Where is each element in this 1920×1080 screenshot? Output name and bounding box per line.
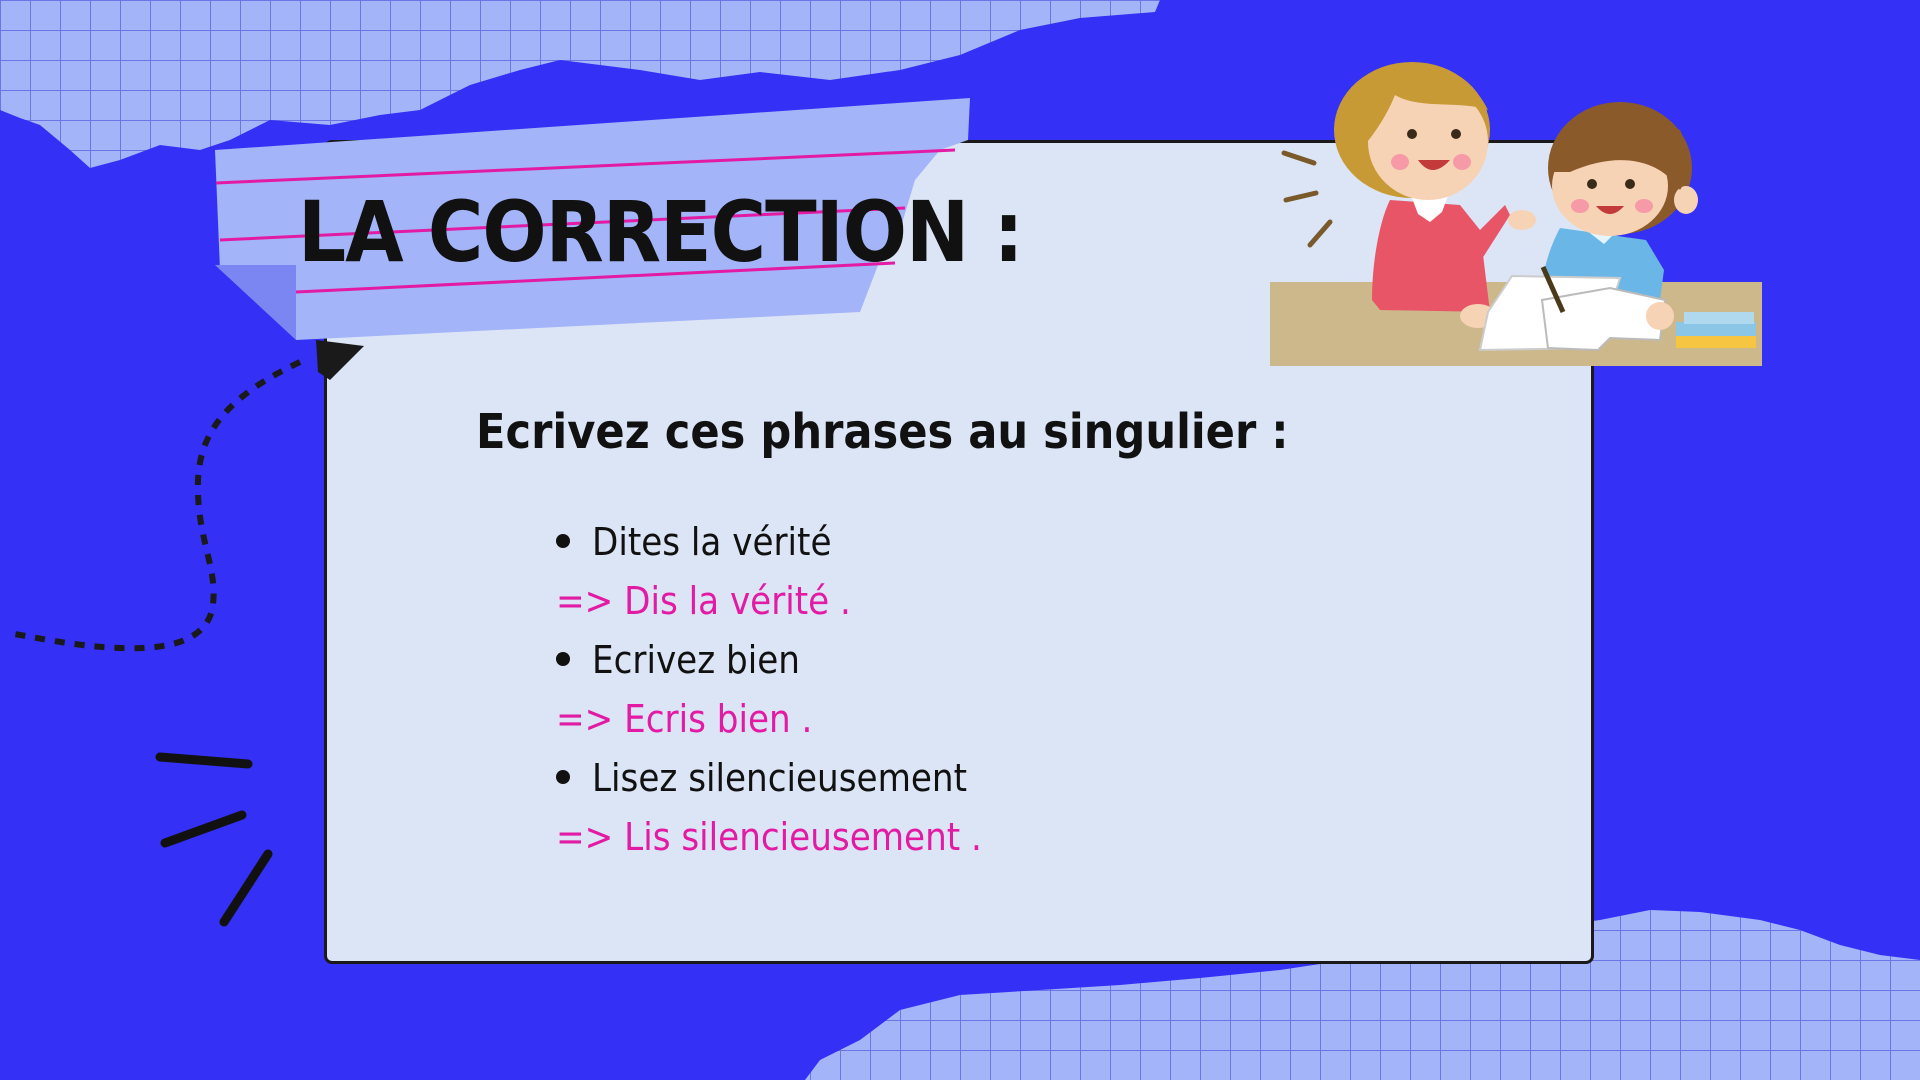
list-item: Ecrivez bien — [556, 631, 982, 690]
exercise-answer: => Ecris bien . — [556, 697, 813, 741]
bullet-icon — [556, 651, 570, 666]
page-title: LA CORRECTION : — [298, 183, 1024, 281]
exercise-answer: => Dis la vérité . — [556, 579, 851, 623]
list-item: Dites la vérité — [556, 513, 982, 572]
exercise-answer: => Lis silencieusement . — [556, 815, 982, 859]
bullet-icon — [556, 533, 570, 548]
exercise-instruction: Ecrivez ces phrases au singulier : — [476, 404, 1289, 460]
list-item: Lisez silencieusement — [556, 749, 982, 808]
slide: LA CORRECTION : Ecrivez ces phrases au s… — [0, 0, 1920, 1080]
list-item: => Lis silencieusement . — [556, 808, 982, 867]
bullet-icon — [556, 769, 570, 784]
exercise-sentence: Ecrivez bien — [592, 638, 800, 682]
exercise-sentence: Lisez silencieusement — [592, 756, 967, 800]
exercise-list: Dites la vérité => Dis la vérité . Ecriv… — [556, 513, 982, 867]
list-item: => Ecris bien . — [556, 690, 982, 749]
exercise-sentence: Dites la vérité — [592, 520, 832, 564]
list-item: => Dis la vérité . — [556, 572, 982, 631]
